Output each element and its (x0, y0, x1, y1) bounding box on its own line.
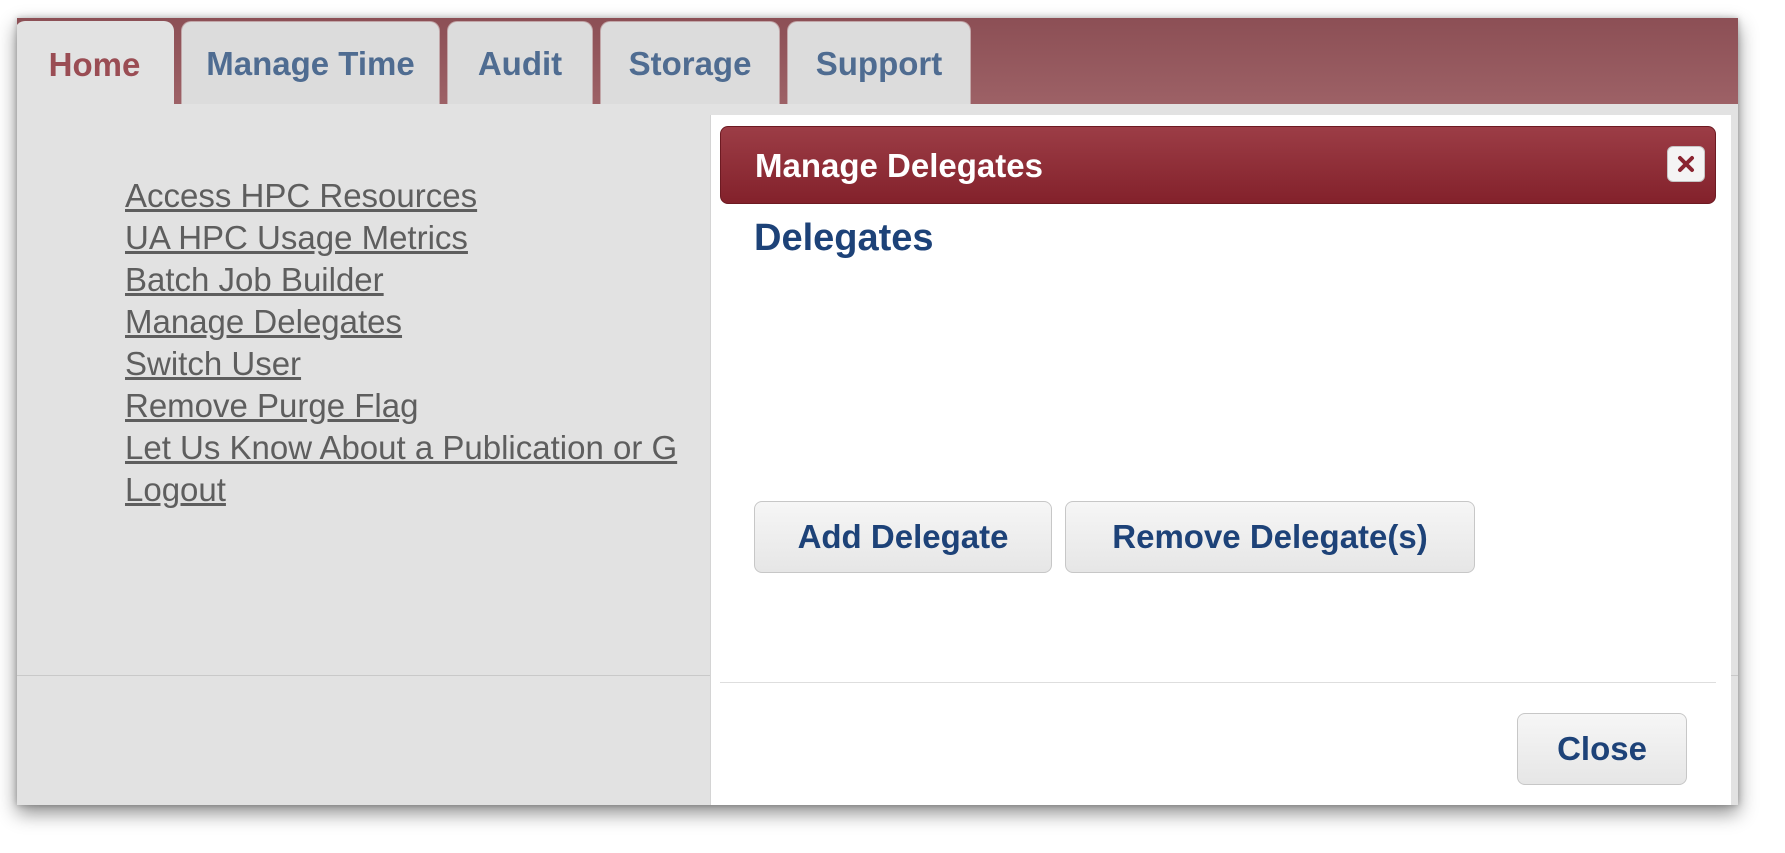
tab-home[interactable]: Home (17, 21, 174, 107)
link-logout[interactable]: Logout (125, 469, 765, 511)
remove-delegates-button[interactable]: Remove Delegate(s) (1065, 501, 1475, 573)
delegates-heading: Delegates (754, 217, 934, 259)
link-manage-delegates[interactable]: Manage Delegates (125, 301, 765, 343)
dialog-close-button[interactable] (1667, 146, 1705, 182)
tab-manage-time[interactable]: Manage Time (181, 21, 440, 105)
link-access-hpc-resources[interactable]: Access HPC Resources (125, 175, 765, 217)
app-window: Home Manage Time Audit Storage Support A… (17, 18, 1738, 805)
manage-delegates-dialog: Manage Delegates Delegates Add Delegate … (710, 115, 1731, 805)
add-delegate-button[interactable]: Add Delegate (754, 501, 1052, 573)
link-remove-purge-flag[interactable]: Remove Purge Flag (125, 385, 765, 427)
tab-storage[interactable]: Storage (600, 21, 780, 105)
dialog-titlebar[interactable]: Manage Delegates (720, 126, 1716, 204)
tab-audit[interactable]: Audit (447, 21, 593, 105)
link-switch-user[interactable]: Switch User (125, 343, 765, 385)
tab-support[interactable]: Support (787, 21, 971, 105)
link-ua-hpc-usage-metrics[interactable]: UA HPC Usage Metrics (125, 217, 765, 259)
link-publication-notice[interactable]: Let Us Know About a Publication or G (125, 427, 765, 469)
close-button[interactable]: Close (1517, 713, 1687, 785)
dialog-title: Manage Delegates (755, 147, 1043, 184)
dialog-footer-divider (720, 682, 1716, 683)
home-links-list: Access HPC Resources UA HPC Usage Metric… (125, 175, 765, 511)
link-batch-job-builder[interactable]: Batch Job Builder (125, 259, 765, 301)
tab-bar: Home Manage Time Audit Storage Support (17, 18, 1738, 107)
close-x-icon (1678, 156, 1694, 172)
